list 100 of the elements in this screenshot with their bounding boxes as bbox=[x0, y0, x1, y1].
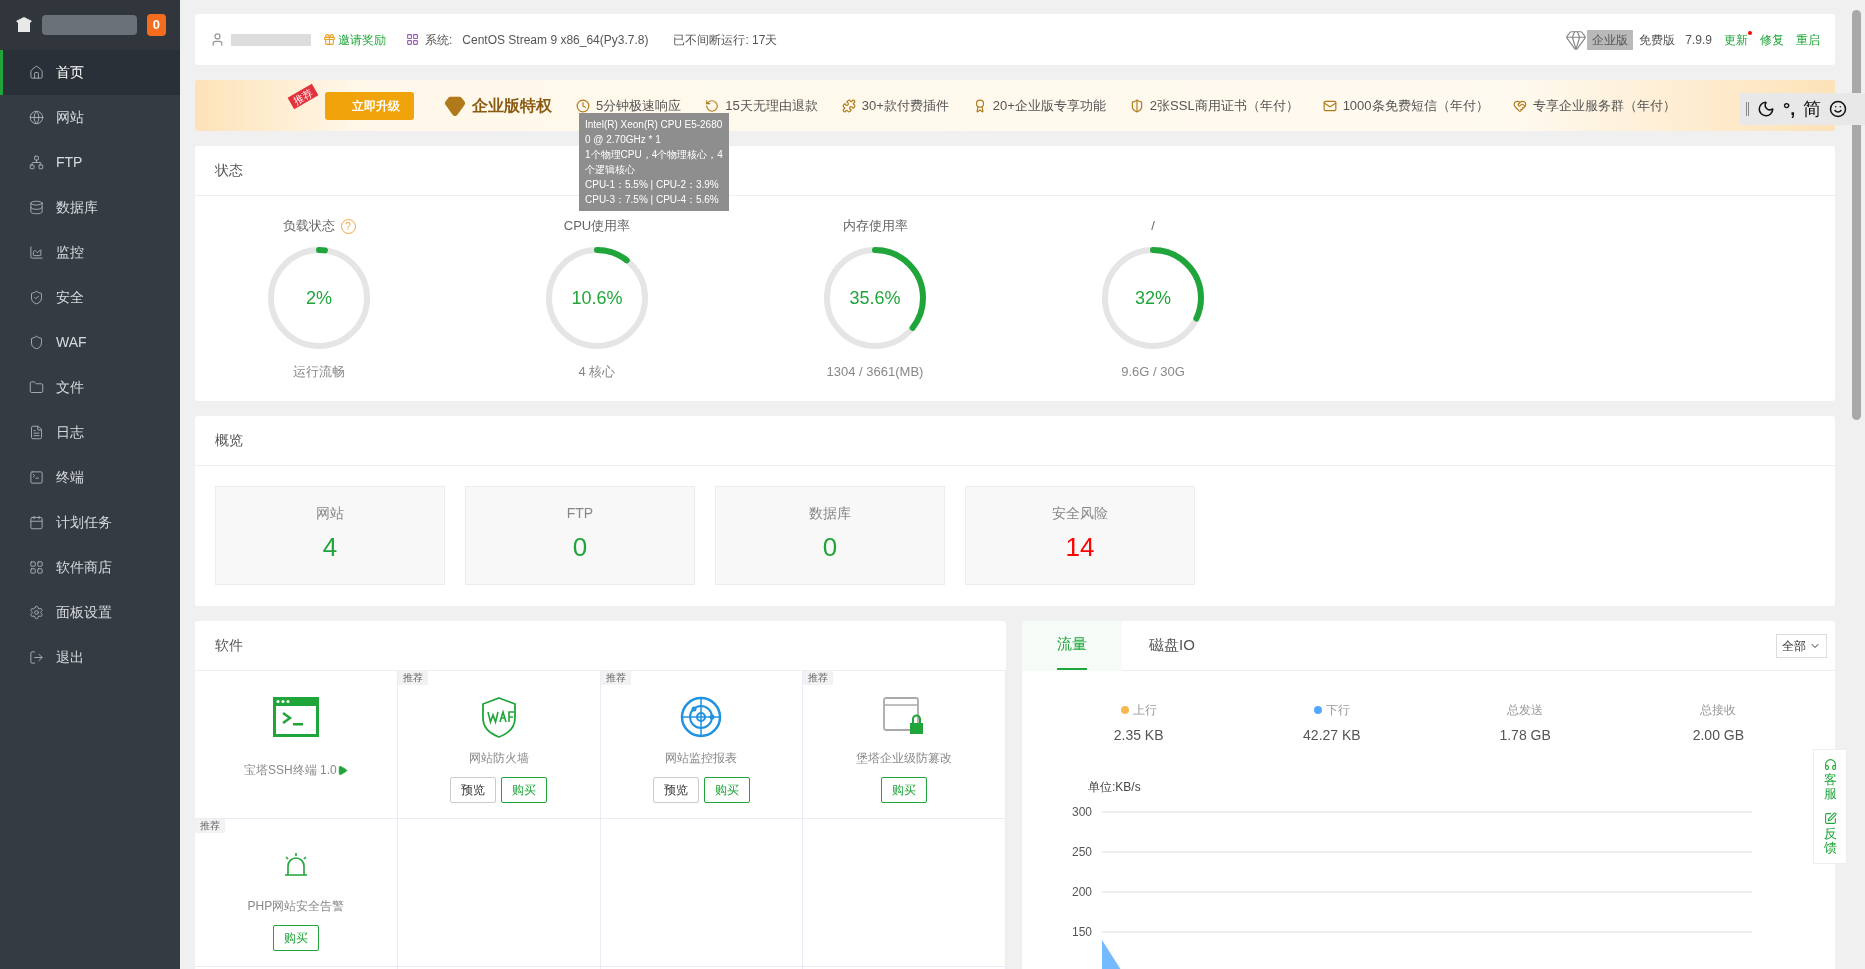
card-title: 状态 bbox=[215, 161, 243, 180]
stat-value: 2.00 GB bbox=[1692, 726, 1745, 745]
tooltip-line: Intel(R) Xeon(R) CPU E5-2680 0 @ 2.70GHz * 1 bbox=[585, 118, 723, 147]
support-item[interactable]: 客服 bbox=[1823, 758, 1837, 802]
sidebar-item[interactable]: 数据库 bbox=[0, 185, 180, 230]
edition-text: 免费版 bbox=[1639, 31, 1676, 49]
sidebar-item[interactable]: 面板设置 bbox=[0, 590, 180, 635]
sidebar-item[interactable]: FTP bbox=[0, 140, 180, 185]
recommend-tag: 推荐 bbox=[600, 671, 631, 685]
software-tile[interactable]: 推荐 网站监控报表 预览 购买 bbox=[600, 671, 804, 819]
support-item[interactable]: 反馈 bbox=[1823, 811, 1837, 856]
invite-link[interactable]: 邀请奖励 bbox=[338, 30, 386, 49]
sidebar-item[interactable]: 网站 bbox=[0, 95, 180, 140]
sidebar-item[interactable]: 安全 bbox=[0, 275, 180, 320]
punctuation-toggle[interactable]: °, bbox=[1783, 95, 1796, 123]
software-name[interactable]: 堡塔企业级防篡改 bbox=[856, 749, 953, 767]
uptime-text: 已不间断运行: 17天 bbox=[673, 31, 778, 49]
chart-tab[interactable]: 磁盘IO bbox=[1122, 620, 1222, 671]
tile-label: 网站 bbox=[316, 504, 344, 523]
y-tick: 250 bbox=[1071, 845, 1092, 859]
recommend-ribbon: 推荐 bbox=[287, 83, 319, 109]
sidebar-item[interactable]: 文件 bbox=[0, 365, 180, 410]
y-axis-label: 单位:KB/s bbox=[1088, 779, 1141, 796]
tooltip-line: CPU-1：5.5% | CPU-2：3.9% bbox=[585, 178, 720, 192]
gauge-caption: 4 核心 bbox=[578, 363, 616, 381]
software-tile[interactable]: 推荐 堡塔企业级防篡改 购买 bbox=[803, 671, 1006, 819]
feature-icon bbox=[841, 98, 856, 113]
banner-title: 企业版特权 bbox=[472, 95, 552, 116]
card-title: 概览 bbox=[215, 431, 243, 450]
emoji-icon[interactable] bbox=[1829, 100, 1848, 118]
buy-button[interactable]: 购买 bbox=[881, 777, 928, 803]
feature-icon bbox=[1322, 98, 1337, 113]
tile-value: 4 bbox=[322, 531, 338, 564]
gauge-caption: 1304 / 3661(MB) bbox=[826, 363, 924, 381]
scrollbar-thumb[interactable] bbox=[1852, 10, 1861, 420]
moon-icon[interactable] bbox=[1757, 100, 1775, 118]
nav-icon bbox=[29, 380, 44, 395]
notification-badge[interactable]: 0 bbox=[146, 14, 166, 36]
software-tile[interactable]: 推荐 PHP网站安全告警 购买 bbox=[195, 819, 398, 967]
gauge-label: 内存使用率 bbox=[842, 217, 908, 236]
gauge-label: / bbox=[1151, 217, 1155, 236]
stat-label: 总接收 bbox=[1700, 702, 1737, 719]
software-name[interactable]: 网站监控报表 bbox=[665, 749, 738, 767]
sidebar-item[interactable]: 日志 bbox=[0, 410, 180, 455]
nav-icon bbox=[29, 110, 44, 125]
software-name[interactable]: 宝塔SSH终端 1.0 bbox=[244, 761, 337, 779]
upgrade-button[interactable]: 立即升级 bbox=[325, 91, 414, 120]
overview-tile[interactable]: 安全风险 14 bbox=[965, 486, 1195, 585]
interface-select[interactable]: 全部 bbox=[1776, 633, 1827, 658]
recommend-tag: 推荐 bbox=[803, 671, 834, 685]
drag-handle-icon[interactable] bbox=[1746, 102, 1749, 116]
software-name[interactable]: 网站防火墙 bbox=[468, 749, 529, 767]
sidebar-item[interactable]: 监控 bbox=[0, 230, 180, 275]
gift-icon bbox=[323, 33, 336, 46]
gauge-caption: 9.6G / 30G bbox=[1121, 363, 1185, 381]
sidebar-item[interactable]: 退出 bbox=[0, 635, 180, 680]
sidebar-item[interactable]: 终端 bbox=[0, 455, 180, 500]
overview-tile[interactable]: FTP 0 bbox=[465, 486, 695, 585]
preview-button[interactable]: 预览 bbox=[652, 777, 699, 803]
feature-item: 30+款付费插件 bbox=[841, 95, 949, 116]
feature-item: 20+企业版专享功能 bbox=[972, 95, 1106, 116]
stat-value: 1.78 GB bbox=[1499, 726, 1551, 745]
software-name[interactable]: PHP网站安全告警 bbox=[247, 897, 345, 915]
logo-icon bbox=[14, 15, 34, 35]
sidebar-item[interactable]: 首页 bbox=[0, 50, 180, 95]
feature-item: 5分钟极速响应 bbox=[576, 95, 682, 116]
user-icon bbox=[210, 32, 225, 47]
terminal-icon bbox=[271, 696, 320, 738]
overview-tile[interactable]: 网站 4 bbox=[215, 486, 445, 585]
overview-tile[interactable]: 数据库 0 bbox=[715, 486, 945, 585]
nav-icon bbox=[29, 560, 44, 575]
sidebar-item[interactable]: 计划任务 bbox=[0, 500, 180, 545]
software-tile[interactable]: 推荐 网站防火墙 预览 购买 bbox=[397, 671, 601, 819]
buy-button[interactable]: 购买 bbox=[501, 777, 548, 803]
stat-value: 2.35 KB bbox=[1113, 726, 1164, 745]
locked-window-icon bbox=[883, 697, 926, 737]
panel-link[interactable]: 更新 bbox=[1724, 30, 1748, 49]
software-tile[interactable]: 宝塔SSH终端 1.0 bbox=[195, 671, 398, 819]
recommend-tag: 推荐 bbox=[397, 671, 428, 685]
sidebar-item[interactable]: WAF bbox=[0, 320, 180, 365]
gauge-label: 负载状态 bbox=[282, 217, 335, 236]
chart-tab[interactable]: 流量 bbox=[1022, 620, 1122, 671]
version-text: 7.9.9 bbox=[1685, 31, 1712, 49]
nav-icon bbox=[29, 425, 44, 440]
panel-link[interactable]: 修复 bbox=[1760, 30, 1784, 49]
diamond-icon bbox=[1565, 28, 1588, 51]
panel-link[interactable]: 重启 bbox=[1796, 30, 1820, 49]
stat-label: 下行 bbox=[1325, 702, 1350, 719]
feature-icon bbox=[1129, 98, 1144, 113]
buy-button[interactable]: 购买 bbox=[703, 777, 750, 803]
stat-value: 42.27 KB bbox=[1303, 726, 1361, 745]
sidebar-item[interactable]: 软件商店 bbox=[0, 545, 180, 590]
buy-button[interactable]: 购买 bbox=[272, 925, 319, 951]
feature-item: 2张SSL商用证书（年付） bbox=[1129, 95, 1299, 116]
gauge-caption: 运行流畅 bbox=[293, 363, 345, 381]
preview-button[interactable]: 预览 bbox=[450, 777, 497, 803]
gauge-label: CPU使用率 bbox=[563, 217, 631, 236]
input-mode-toggle[interactable]: 简 bbox=[1803, 95, 1822, 123]
enterprise-badge[interactable]: 企业版 bbox=[1587, 29, 1634, 50]
nav-icon bbox=[29, 650, 44, 665]
